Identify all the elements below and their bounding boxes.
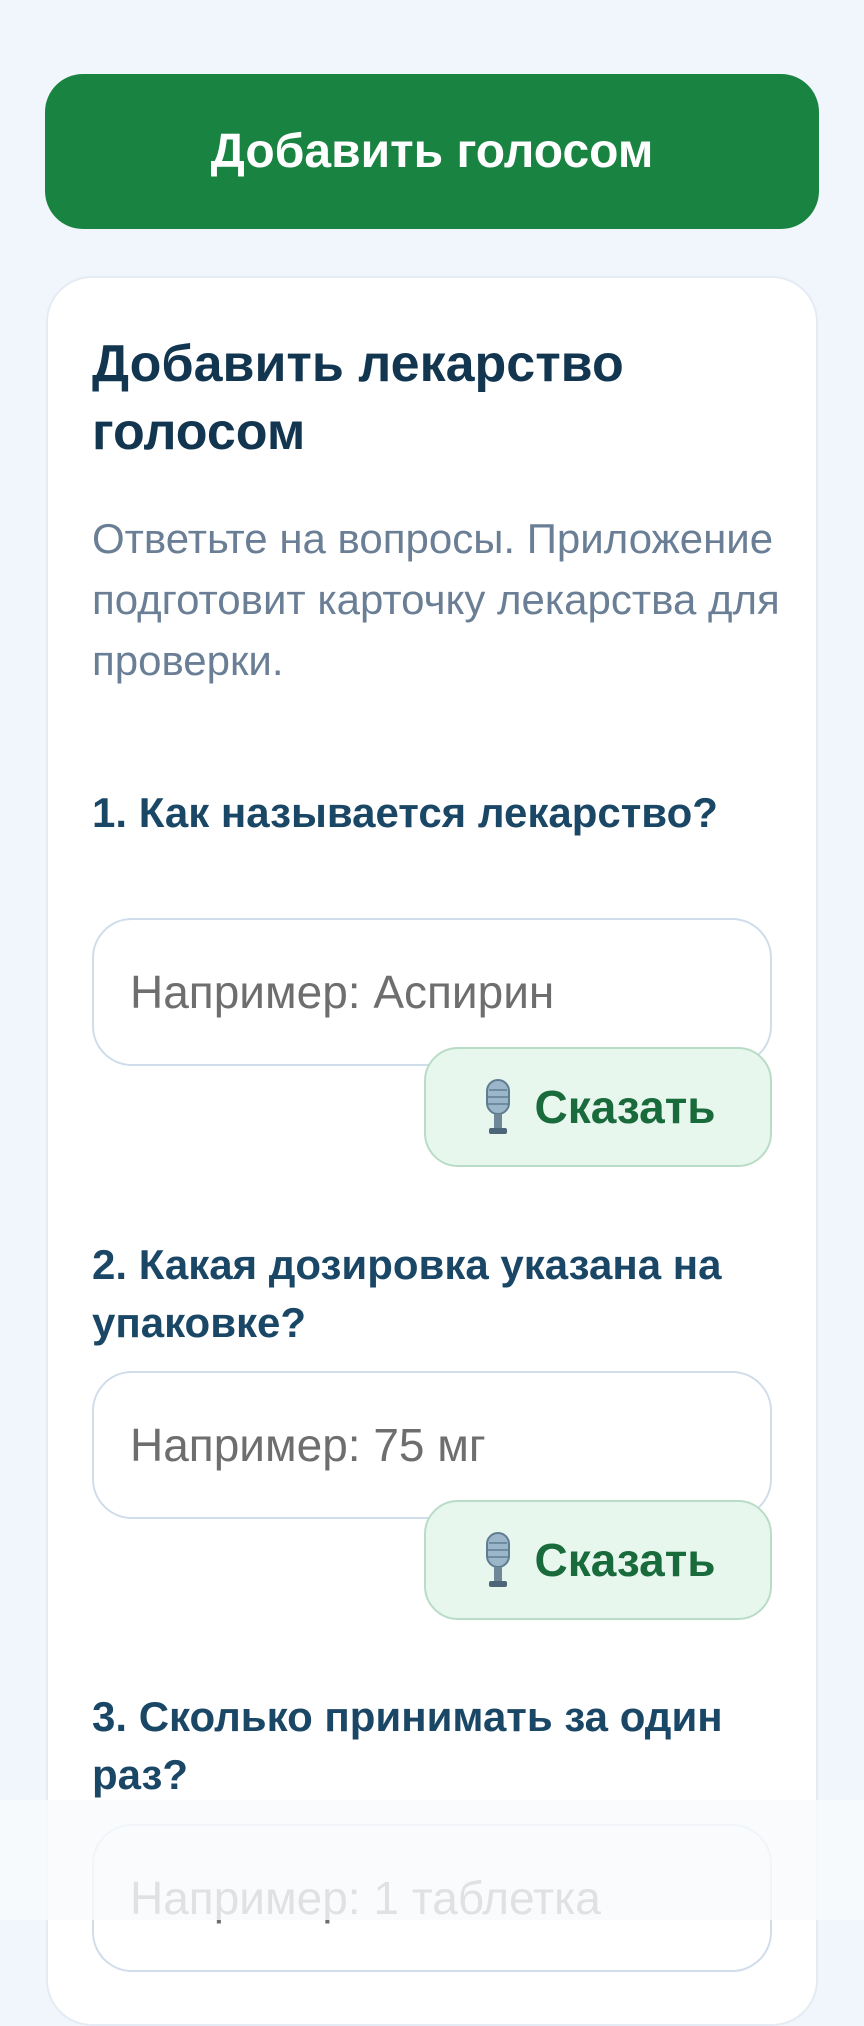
card-subtitle: Ответьте на вопросы. Приложение подготов… [92,515,780,684]
microphone-icon [486,1532,511,1587]
medicine-name-input[interactable] [92,918,772,1066]
question-1-label: 1. Как называется лекарство? [92,789,718,836]
dose-amount-input[interactable] [92,1824,772,1972]
add-by-voice-button[interactable]: Добавить голосом [45,74,819,229]
microphone-icon [486,1079,511,1134]
dosage-input[interactable] [92,1371,772,1519]
speak-button-1[interactable]: Сказать [424,1047,772,1167]
question-2-label: 2. Какая дозировка указана на упаковке? [92,1241,722,1346]
add-by-voice-label: Добавить голосом [210,125,654,178]
speak-button-2[interactable]: Сказать [424,1500,772,1620]
card-title: Добавить лекарство голосом [92,335,624,461]
speak-button-1-label: Сказать [534,1081,716,1133]
question-3-label: 3. Сколько принимать за один раз? [92,1693,723,1798]
speak-button-2-label: Сказать [534,1534,716,1586]
